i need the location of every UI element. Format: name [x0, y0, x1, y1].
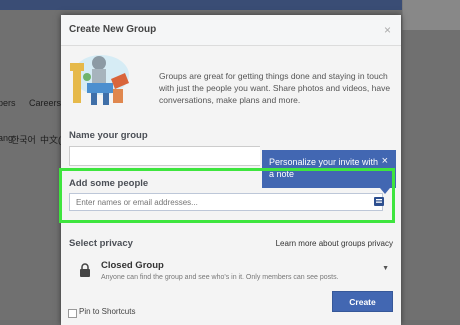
groups-illustration [70, 55, 129, 105]
dialog-title: Create New Group [69, 24, 157, 35]
background-language: 中文( [40, 135, 61, 145]
add-people-section: Add some people [59, 168, 395, 223]
address-book-icon[interactable] [374, 197, 384, 206]
add-people-input[interactable] [69, 193, 383, 211]
privacy-option-description: Anyone can find the group and see who's … [101, 274, 339, 281]
dialog-header: Create New Group × [61, 15, 401, 46]
add-people-label: Add some people [69, 178, 149, 189]
background-language: 한국어 [11, 135, 36, 145]
learn-more-privacy-link[interactable]: Learn more about groups privacy [276, 239, 393, 248]
close-icon[interactable]: × [382, 155, 388, 167]
lock-icon [80, 263, 90, 277]
background-link: pers [0, 98, 16, 108]
name-group-label: Name your group [69, 130, 148, 141]
create-button[interactable]: Create [332, 291, 393, 312]
select-privacy-label: Select privacy [69, 238, 133, 249]
background-panel [402, 0, 460, 30]
pin-shortcuts-label[interactable]: Pin to Shortcuts [79, 307, 135, 316]
background-topbar [0, 0, 460, 10]
background-link: Careers [29, 98, 62, 108]
privacy-option-title[interactable]: Closed Group [101, 260, 164, 271]
pin-shortcuts-checkbox[interactable] [68, 309, 77, 318]
group-name-input[interactable] [69, 146, 260, 166]
chevron-down-icon[interactable]: ▼ [382, 265, 389, 272]
close-icon[interactable]: × [384, 23, 391, 37]
groups-intro-text: Groups are great for getting things done… [159, 71, 391, 105]
